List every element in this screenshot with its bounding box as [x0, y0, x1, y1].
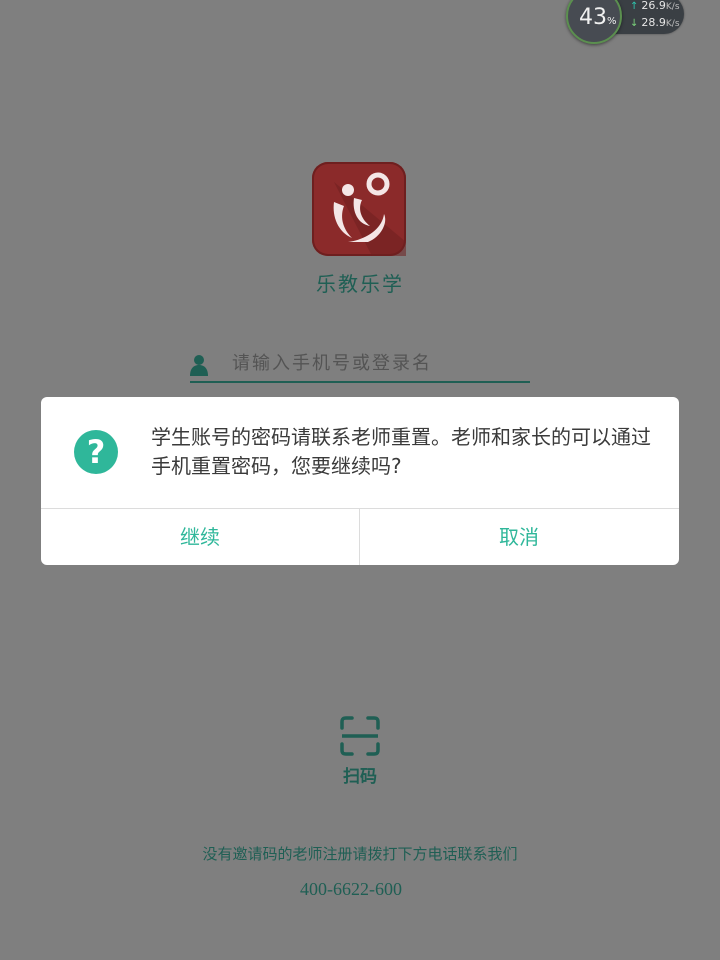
app-name: 乐教乐学 [316, 272, 404, 296]
cancel-button[interactable]: 取消 [360, 509, 678, 565]
scan-icon [340, 716, 380, 756]
username-input[interactable] [232, 348, 522, 378]
scan-label: 扫码 [343, 767, 377, 787]
upload-arrow-icon: ↑ [630, 1, 639, 12]
support-phone[interactable]: 400-6622-600 [0, 879, 702, 900]
confirm-dialog: ? 学生账号的密码请联系老师重置。老师和家长的可以通过手机重置密码，您要继续吗?… [41, 397, 679, 565]
username-field[interactable] [190, 342, 530, 384]
scan-button[interactable]: 扫码 [330, 714, 390, 787]
username-underline [190, 381, 530, 383]
download-arrow-icon: ↓ [630, 18, 639, 29]
person-icon [190, 355, 208, 376]
question-icon: ? [74, 430, 118, 474]
app-logo [312, 162, 406, 256]
download-speed: ↓ 28.9K/s [630, 16, 680, 29]
battery-percent: 43 [579, 5, 607, 30]
upload-speed: ↑ 26.9K/s [630, 0, 680, 12]
footer-note: 没有邀请码的老师注册请拨打下方电话联系我们 [202, 845, 518, 863]
app-logo-icon [333, 172, 406, 256]
floating-status-widget[interactable]: ↑ 26.9K/s ↓ 28.9K/s 43% [566, 0, 690, 44]
dialog-message: 学生账号的密码请联系老师重置。老师和家长的可以通过手机重置密码，您要继续吗? [151, 425, 651, 478]
continue-button[interactable]: 继续 [41, 509, 359, 565]
battery-percent-ring: 43% [566, 0, 622, 44]
